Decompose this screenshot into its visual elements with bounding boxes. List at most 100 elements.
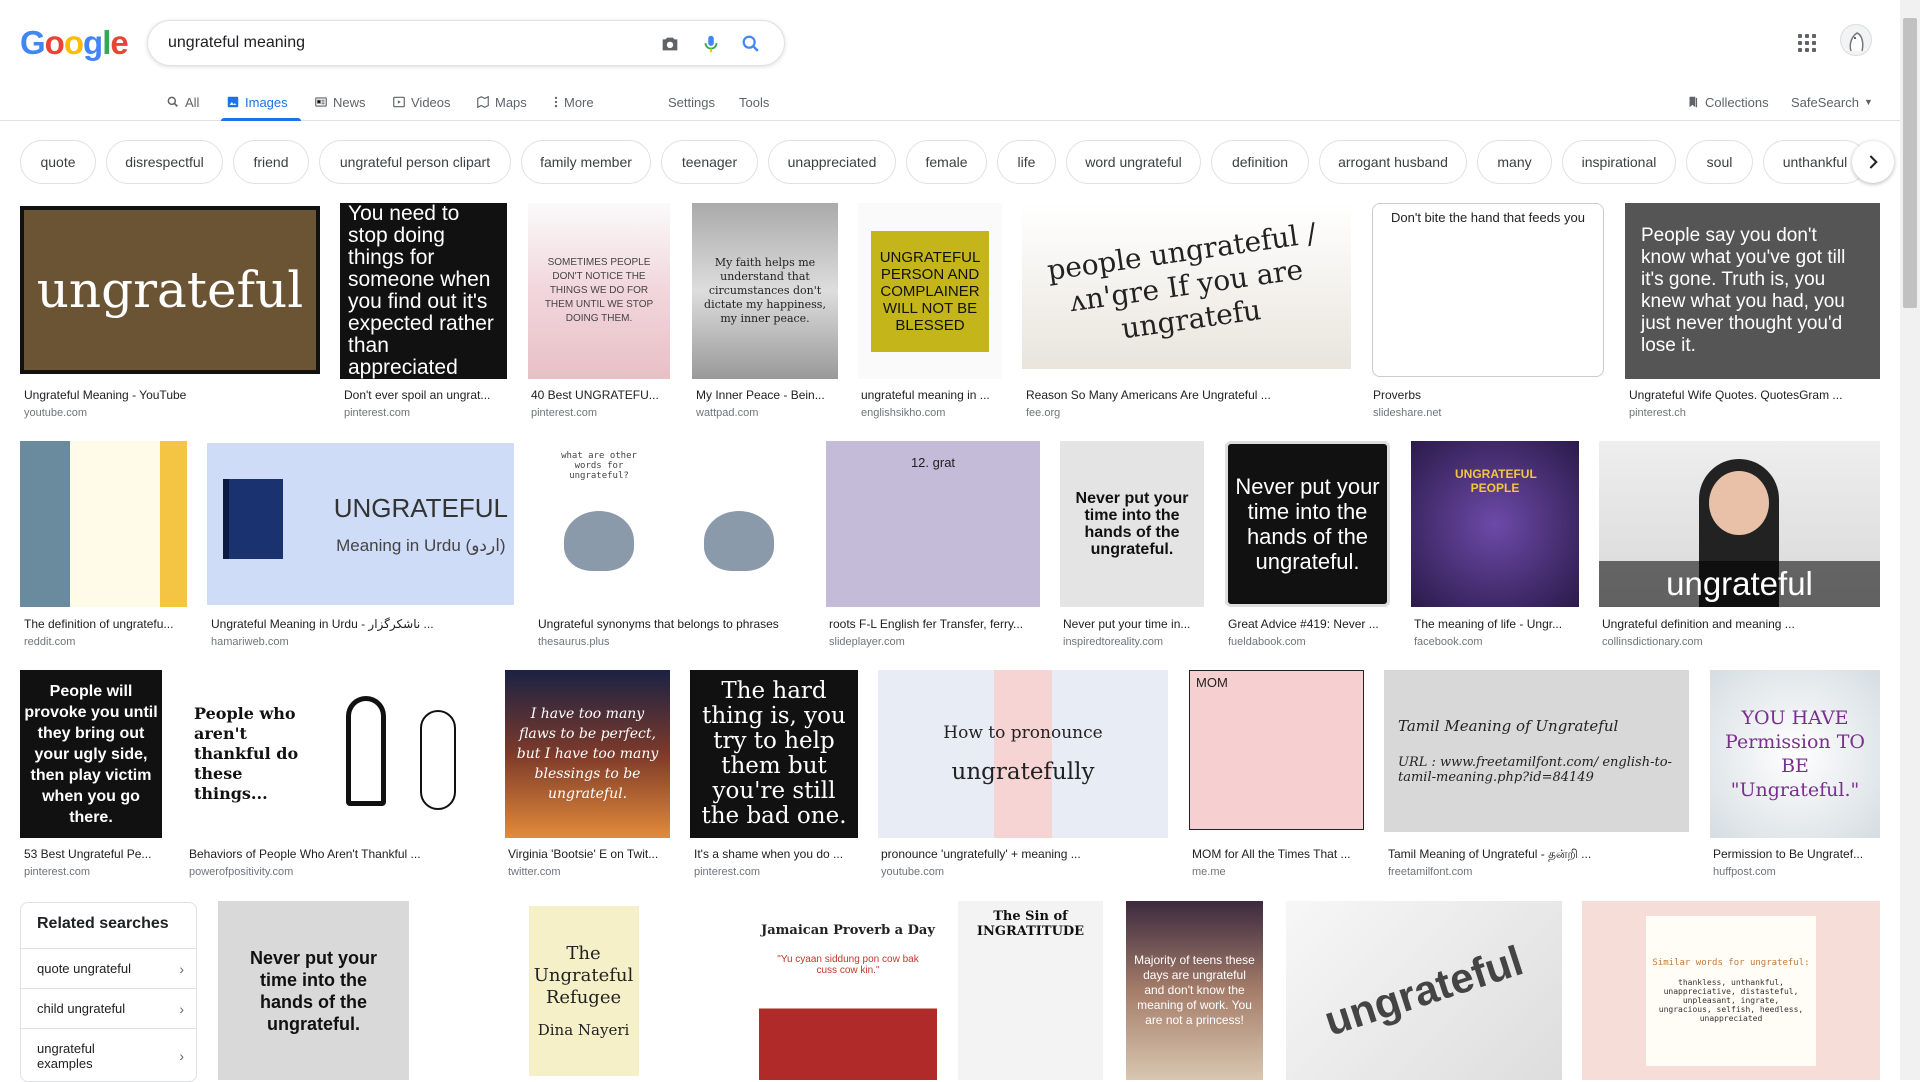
image-result-thumbnail[interactable]: How to pronounce ungratefully: [878, 670, 1168, 838]
result-source[interactable]: hamariweb.com: [211, 636, 289, 648]
chip[interactable]: soul: [1686, 140, 1753, 184]
result-title[interactable]: Reason So Many Americans Are Ungrateful …: [1026, 388, 1336, 402]
chip[interactable]: many: [1477, 140, 1552, 184]
result-source[interactable]: reddit.com: [24, 636, 75, 648]
chip[interactable]: family member: [521, 140, 651, 184]
result-source[interactable]: freetamilfont.com: [1388, 866, 1472, 878]
tab-videos[interactable]: Videos: [392, 91, 451, 113]
result-title[interactable]: Ungrateful Meaning in Urdu - ناشکرگزار .…: [211, 617, 511, 631]
result-title[interactable]: My Inner Peace - Bein...: [696, 388, 838, 402]
search-input[interactable]: [168, 32, 628, 54]
result-title[interactable]: Ungrateful definition and meaning ...: [1602, 617, 1880, 631]
chip[interactable]: disrespectful: [106, 140, 223, 184]
result-source[interactable]: facebook.com: [1414, 636, 1482, 648]
image-result-thumbnail[interactable]: people ungrateful / ʌn'gre If you are un…: [1022, 203, 1351, 369]
image-result-thumbnail[interactable]: Never put your time into the hands of th…: [1060, 441, 1204, 607]
chips-next-button[interactable]: [1852, 141, 1894, 183]
image-result-thumbnail[interactable]: 12. grat: [826, 441, 1040, 607]
result-source[interactable]: fee.org: [1026, 407, 1060, 419]
result-title[interactable]: Tamil Meaning of Ungrateful - தன்றி ...: [1388, 847, 1688, 863]
chip[interactable]: teenager: [661, 140, 758, 184]
result-title[interactable]: It's a shame when you do ...: [694, 847, 858, 861]
image-result-thumbnail[interactable]: UNGRATEFUL PEOPLE: [1411, 441, 1579, 607]
scrollbar[interactable]: [1900, 0, 1920, 1080]
result-source[interactable]: youtube.com: [881, 866, 944, 878]
result-source[interactable]: me.me: [1192, 866, 1226, 878]
result-source[interactable]: pinterest.com: [344, 407, 410, 419]
result-source[interactable]: twitter.com: [508, 866, 561, 878]
image-result-thumbnail[interactable]: Never put your time into the hands of th…: [1225, 441, 1390, 607]
image-result-thumbnail[interactable]: Majority of teens these days are ungrate…: [1126, 901, 1263, 1080]
tab-more[interactable]: More: [553, 91, 594, 113]
image-result-thumbnail[interactable]: People will provoke you until they bring…: [20, 670, 162, 838]
chip[interactable]: definition: [1211, 140, 1309, 184]
result-source[interactable]: collinsdictionary.com: [1602, 636, 1703, 648]
image-result-thumbnail[interactable]: YOU HAVE Permission TO BE "Ungrateful.": [1710, 670, 1880, 838]
tab-news[interactable]: News: [314, 91, 366, 113]
image-result-thumbnail[interactable]: Tamil Meaning of Ungrateful URL : www.fr…: [1384, 670, 1689, 832]
related-search-item[interactable]: quote ungrateful ›: [21, 948, 196, 988]
result-source[interactable]: pinterest.com: [24, 866, 90, 878]
result-source[interactable]: fueldabook.com: [1228, 636, 1306, 648]
result-source[interactable]: slideplayer.com: [829, 636, 905, 648]
result-title[interactable]: roots F-L English fer Transfer, ferry...: [829, 617, 1039, 631]
result-title[interactable]: Ungrateful Wife Quotes. QuotesGram ...: [1629, 388, 1879, 402]
image-result-thumbnail[interactable]: The Ungrateful Refugee Dina Nayeri: [429, 901, 738, 1080]
result-source[interactable]: wattpad.com: [696, 407, 758, 419]
tab-images[interactable]: Images: [226, 91, 288, 113]
result-title[interactable]: Don't ever spoil an ungrat...: [344, 388, 504, 402]
result-source[interactable]: powerofpositivity.com: [189, 866, 293, 878]
result-source[interactable]: pinterest.ch: [1629, 407, 1686, 419]
chip[interactable]: word ungrateful: [1066, 140, 1201, 184]
result-title[interactable]: Ungrateful Meaning - YouTube: [24, 388, 320, 402]
result-source[interactable]: slideshare.net: [1373, 407, 1442, 419]
tab-maps[interactable]: Maps: [476, 91, 527, 113]
safesearch-dropdown[interactable]: SafeSearch ▼: [1791, 91, 1873, 113]
image-result-thumbnail[interactable]: You need to stop doing things for someon…: [340, 203, 507, 379]
result-title[interactable]: pronounce 'ungratefully' + meaning ...: [881, 847, 1166, 861]
result-source[interactable]: huffpost.com: [1713, 866, 1776, 878]
result-title[interactable]: Ungrateful synonyms that belongs to phra…: [538, 617, 808, 631]
result-title[interactable]: The definition of ungratefu...: [24, 617, 184, 631]
image-result-thumbnail[interactable]: People say you don't know what you've go…: [1625, 203, 1880, 379]
image-result-thumbnail[interactable]: UNGRATEFUL PERSON AND COMPLAINER WILL NO…: [858, 203, 1002, 379]
image-result-thumbnail[interactable]: Similar words for ungrateful: thankless,…: [1582, 901, 1880, 1080]
result-title[interactable]: 53 Best Ungrateful Pe...: [24, 847, 162, 861]
result-title[interactable]: Proverbs: [1373, 388, 1603, 402]
chip[interactable]: arrogant husband: [1319, 140, 1467, 184]
result-source[interactable]: pinterest.com: [531, 407, 597, 419]
scrollbar-thumb[interactable]: [1903, 18, 1917, 308]
result-source[interactable]: englishsikho.com: [861, 407, 945, 419]
result-source[interactable]: inspiredtoreality.com: [1063, 636, 1163, 648]
result-title[interactable]: Great Advice #419: Never ...: [1228, 617, 1388, 631]
result-title[interactable]: Permission to Be Ungratef...: [1713, 847, 1880, 861]
image-result-thumbnail[interactable]: ungrateful: [1286, 901, 1562, 1080]
result-title[interactable]: MOM for All the Times That ...: [1192, 847, 1362, 861]
result-title[interactable]: Behaviors of People Who Aren't Thankful …: [189, 847, 484, 861]
chip[interactable]: life: [997, 140, 1056, 184]
related-search-item[interactable]: ungrateful examples ›: [21, 1028, 196, 1081]
result-source[interactable]: youtube.com: [24, 407, 87, 419]
chip[interactable]: quote: [20, 140, 96, 184]
image-result-thumbnail[interactable]: SOMETIMES PEOPLE DON'T NOTICE THE THINGS…: [528, 203, 670, 379]
image-result-thumbnail[interactable]: Don't bite the hand that feeds you: [1372, 203, 1604, 377]
search-icon[interactable]: [739, 32, 763, 56]
chip[interactable]: friend: [233, 140, 309, 184]
image-result-thumbnail[interactable]: My faith helps me understand that circum…: [692, 203, 838, 379]
image-result-thumbnail[interactable]: The Sin of INGRATITUDE: [958, 901, 1103, 1080]
image-result-thumbnail[interactable]: I have too many flaws to be perfect, but…: [505, 670, 670, 838]
apps-grid-icon[interactable]: [1796, 32, 1818, 54]
camera-icon[interactable]: [658, 32, 682, 56]
image-result-thumbnail[interactable]: [20, 441, 187, 607]
tab-all[interactable]: All: [166, 91, 199, 113]
image-result-thumbnail[interactable]: ungrateful: [20, 206, 320, 374]
chip[interactable]: ungrateful person clipart: [319, 140, 511, 184]
image-result-thumbnail[interactable]: Jamaican Proverb a Day "Yu cyaan siddung…: [759, 901, 937, 1080]
microphone-icon[interactable]: [699, 32, 723, 56]
image-result-thumbnail[interactable]: MOM: [1189, 670, 1364, 830]
related-search-item[interactable]: child ungrateful ›: [21, 988, 196, 1028]
result-title[interactable]: Virginia 'Bootsie' E on Twit...: [508, 847, 668, 861]
collections-link[interactable]: Collections: [1686, 91, 1769, 113]
chip[interactable]: unappreciated: [768, 140, 896, 184]
result-title[interactable]: Never put your time in...: [1063, 617, 1203, 631]
